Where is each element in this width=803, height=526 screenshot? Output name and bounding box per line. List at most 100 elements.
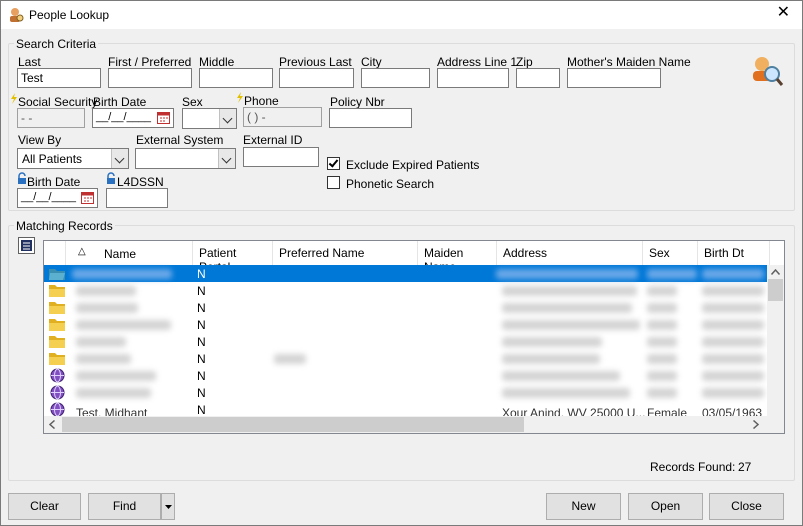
- exclude-expired-checkbox[interactable]: [327, 157, 340, 170]
- col-name-label: Name: [104, 247, 137, 261]
- people-lookup-icon: [10, 8, 24, 22]
- matching-records-grid[interactable]: △ Name Patient Portal Preferred Name Mai…: [43, 240, 785, 434]
- redacted-birth: [702, 303, 764, 313]
- view-by-select[interactable]: All Patients: [17, 148, 129, 169]
- calendar-icon[interactable]: [81, 191, 94, 204]
- phone-label: Phone: [244, 94, 279, 108]
- city-input[interactable]: [361, 68, 430, 88]
- clear-button[interactable]: Clear: [8, 493, 81, 520]
- table-row[interactable]: N: [44, 316, 768, 333]
- sort-ascending-icon: △: [78, 246, 86, 257]
- matching-records-legend: Matching Records: [14, 219, 115, 233]
- vertical-scrollbar[interactable]: [767, 265, 784, 418]
- zip-input[interactable]: [516, 68, 560, 88]
- phone-input[interactable]: ( ) -: [243, 107, 322, 127]
- table-row[interactable]: N: [44, 333, 768, 350]
- phonetic-search-checkbox[interactable]: [327, 176, 340, 189]
- redacted-sex: [647, 388, 677, 398]
- redacted-name: [76, 371, 156, 381]
- redacted-name: [76, 303, 138, 313]
- external-system-select[interactable]: [135, 148, 236, 169]
- phonetic-search-label: Phonetic Search: [346, 177, 435, 191]
- records-found-label: Records Found:: [650, 460, 736, 474]
- table-row[interactable]: N: [44, 384, 768, 401]
- redacted-birth: [702, 354, 764, 364]
- horizontal-scroll-thumb[interactable]: [62, 417, 524, 432]
- col-header-birth-dt[interactable]: Birth Dt: [698, 241, 770, 265]
- redacted-name: [76, 337, 126, 347]
- redacted-address: [502, 337, 602, 347]
- middle-label: Middle: [199, 55, 235, 69]
- last-name-input[interactable]: Test: [17, 68, 101, 88]
- birth-date-label: Birth Date: [93, 95, 147, 109]
- table-row[interactable]: N: [44, 350, 768, 367]
- col-header-address[interactable]: Address: [497, 241, 643, 265]
- redacted-birth: [702, 320, 764, 330]
- col-header-preferred-name[interactable]: Preferred Name: [273, 241, 418, 265]
- table-row[interactable]: N: [44, 367, 768, 384]
- find-button[interactable]: Find: [88, 493, 161, 520]
- vertical-scroll-thumb[interactable]: [768, 279, 783, 301]
- horizontal-scrollbar[interactable]: [44, 416, 784, 433]
- ssn-label: Social Security: [18, 95, 98, 109]
- redacted-birth: [702, 269, 764, 279]
- col-header-maiden-name[interactable]: Maiden Name: [418, 241, 497, 274]
- patient-portal-value: N: [197, 352, 206, 366]
- patient-portal-value: N: [197, 335, 206, 349]
- policy-nbr-input[interactable]: [329, 108, 412, 128]
- folder-icon: [49, 285, 65, 297]
- close-button[interactable]: Close: [709, 493, 784, 520]
- caret-down-icon: [165, 505, 172, 509]
- new-button[interactable]: New: [546, 493, 621, 520]
- birth-date-2-label: Birth Date: [27, 175, 81, 189]
- column-chooser-icon[interactable]: [18, 237, 35, 254]
- redacted-name: [72, 269, 172, 279]
- window-title: People Lookup: [29, 8, 110, 22]
- sex-select[interactable]: [182, 108, 237, 129]
- birth-date-value: __/__/____: [96, 111, 152, 123]
- redacted-birth: [702, 371, 764, 381]
- chevron-left-icon[interactable]: [49, 420, 55, 429]
- l4dssn-input[interactable]: [106, 188, 168, 208]
- external-id-input[interactable]: [243, 147, 319, 167]
- find-dropdown-button[interactable]: [161, 493, 175, 520]
- external-id-label: External ID: [243, 133, 303, 147]
- middle-name-input[interactable]: [199, 68, 273, 88]
- redacted-address: [496, 269, 638, 279]
- patient-portal-value: N: [197, 301, 206, 315]
- zip-label: Zip: [516, 55, 533, 69]
- chevron-right-icon[interactable]: [753, 420, 759, 429]
- folder-icon: [49, 302, 65, 314]
- lightning-icon: [11, 93, 17, 104]
- redacted-address: [502, 388, 630, 398]
- address-line1-input[interactable]: [437, 68, 509, 88]
- mothers-maiden-name-input[interactable]: [567, 68, 661, 88]
- previous-last-label: Previous Last: [279, 55, 352, 69]
- redacted-sex: [647, 354, 677, 364]
- table-row[interactable]: N: [44, 265, 768, 282]
- close-window-icon[interactable]: ✕: [777, 5, 790, 21]
- redacted-sex: [647, 371, 677, 381]
- title-bar: People Lookup ✕: [1, 1, 802, 29]
- sex-label: Sex: [182, 95, 203, 109]
- search-criteria-legend: Search Criteria: [14, 37, 99, 51]
- chevron-up-icon[interactable]: [771, 269, 780, 275]
- ssn-input[interactable]: - -: [17, 108, 85, 128]
- col-header-sex[interactable]: Sex: [643, 241, 698, 265]
- col-header-patient-portal[interactable]: Patient Portal: [193, 241, 273, 274]
- col-header-name[interactable]: △ Name: [66, 241, 193, 265]
- calendar-icon[interactable]: [157, 111, 170, 124]
- redacted-address: [502, 371, 620, 381]
- open-button[interactable]: Open: [628, 493, 703, 520]
- first-name-input[interactable]: [108, 68, 192, 88]
- redacted-birth: [702, 388, 764, 398]
- redacted-sex: [647, 320, 677, 330]
- redacted-birth: [702, 286, 764, 296]
- address-line1-label: Address Line 1: [437, 55, 518, 69]
- view-by-value: All Patients: [22, 152, 83, 166]
- previous-last-input[interactable]: [279, 68, 354, 88]
- table-row[interactable]: N: [44, 282, 768, 299]
- redacted-name: [76, 388, 151, 398]
- search-person-icon[interactable]: [750, 54, 784, 88]
- table-row[interactable]: N: [44, 299, 768, 316]
